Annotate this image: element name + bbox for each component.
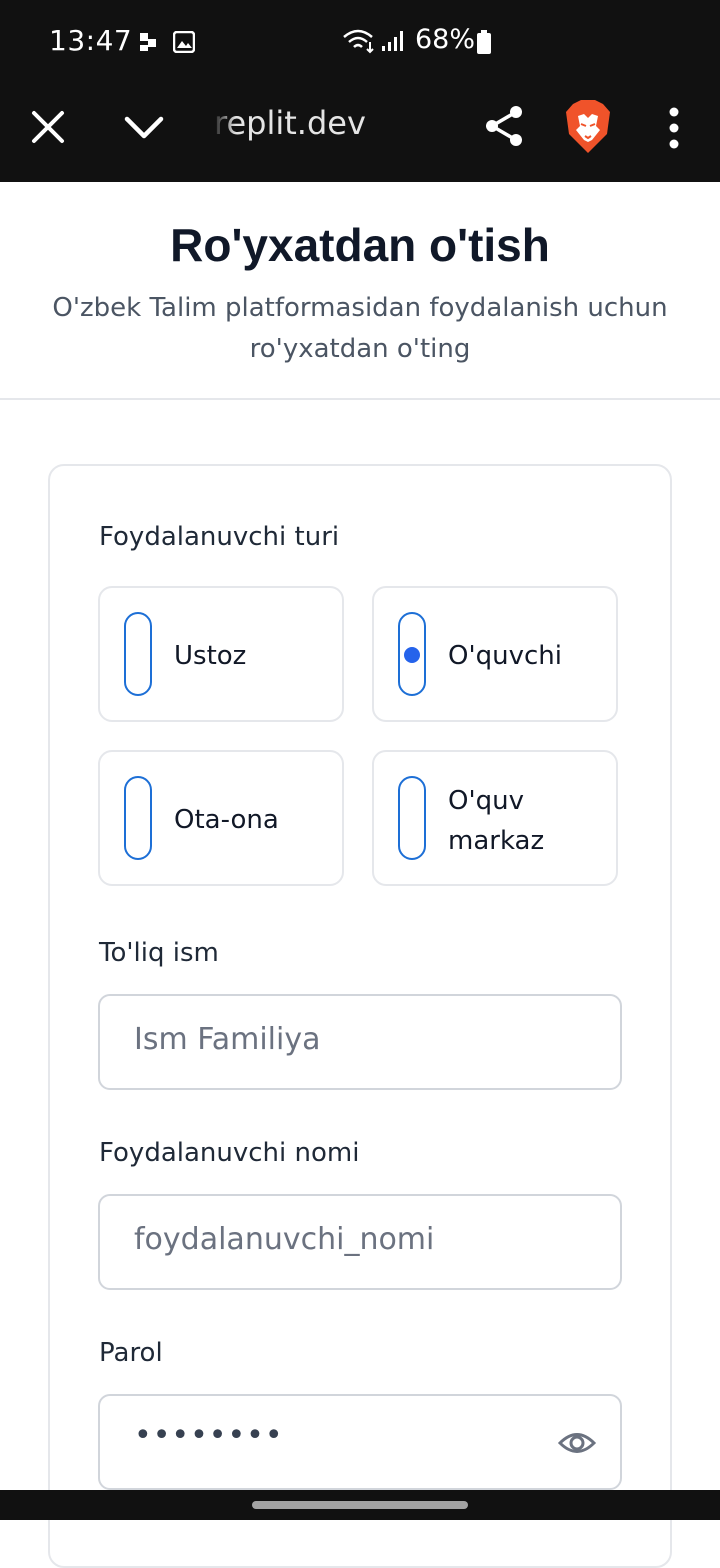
more-vertical-icon[interactable]: [664, 106, 684, 150]
role-option-oquvchi[interactable]: O'quvchi: [372, 586, 618, 722]
battery-percent: 68%: [415, 24, 476, 55]
url-fade: [212, 104, 236, 152]
chevron-down-icon[interactable]: [123, 109, 165, 145]
role-option-label: O'quv markaz: [448, 786, 545, 856]
battery-icon: [477, 30, 491, 54]
image-icon: [173, 31, 195, 53]
browser-toolbar: replit.dev: [0, 84, 720, 182]
role-option-label: Ota-ona: [174, 805, 279, 835]
signal-icon: [382, 31, 403, 51]
wifi-icon: [343, 29, 374, 54]
role-option-label: Ustoz: [174, 641, 247, 671]
username-placeholder: foydalanuvchi_nomi: [134, 1222, 435, 1257]
share-icon[interactable]: [484, 104, 524, 148]
role-option-ustoz[interactable]: Ustoz: [98, 586, 344, 722]
page-title: Ro'yxatdan o'tish: [170, 219, 550, 271]
status-bar: 13:47 68%: [0, 0, 720, 84]
radio-ustoz[interactable]: [124, 612, 152, 696]
role-option-ota-ona[interactable]: Ota-ona: [98, 750, 344, 886]
fullname-label: To'liq ism: [99, 938, 219, 968]
fullname-placeholder: Ism Familiya: [134, 1022, 321, 1057]
role-option-oquv-markaz[interactable]: O'quv markaz: [372, 750, 618, 886]
navigation-bar: [0, 1490, 720, 1520]
password-label: Parol: [99, 1338, 163, 1368]
close-icon[interactable]: [30, 109, 66, 145]
radio-oquvchi[interactable]: [398, 612, 426, 696]
radio-selected-dot: [404, 647, 420, 663]
radio-ota-ona[interactable]: [124, 776, 152, 860]
password-input[interactable]: ••••••••: [98, 1394, 622, 1490]
radio-oquv-markaz[interactable]: [398, 776, 426, 860]
fullname-input[interactable]: Ism Familiya: [98, 994, 622, 1090]
status-time: 13:47: [49, 24, 133, 57]
password-value: ••••••••: [134, 1418, 284, 1453]
role-label: Foydalanuvchi turi: [99, 522, 340, 552]
page-header: Ro'yxatdan o'tish O'zbek Talim platforma…: [0, 182, 720, 400]
notification-icon: [140, 33, 156, 51]
eye-icon[interactable]: [558, 1426, 596, 1460]
brave-lion-icon[interactable]: [565, 100, 611, 154]
page-subtitle: O'zbek Talim platformasidan foydalanish …: [52, 293, 668, 364]
username-label: Foydalanuvchi nomi: [99, 1138, 360, 1168]
role-option-label: O'quvchi: [448, 641, 562, 671]
username-input[interactable]: foydalanuvchi_nomi: [98, 1194, 622, 1290]
url-bar[interactable]: replit.dev: [214, 104, 404, 148]
home-gesture-handle[interactable]: [252, 1501, 468, 1509]
